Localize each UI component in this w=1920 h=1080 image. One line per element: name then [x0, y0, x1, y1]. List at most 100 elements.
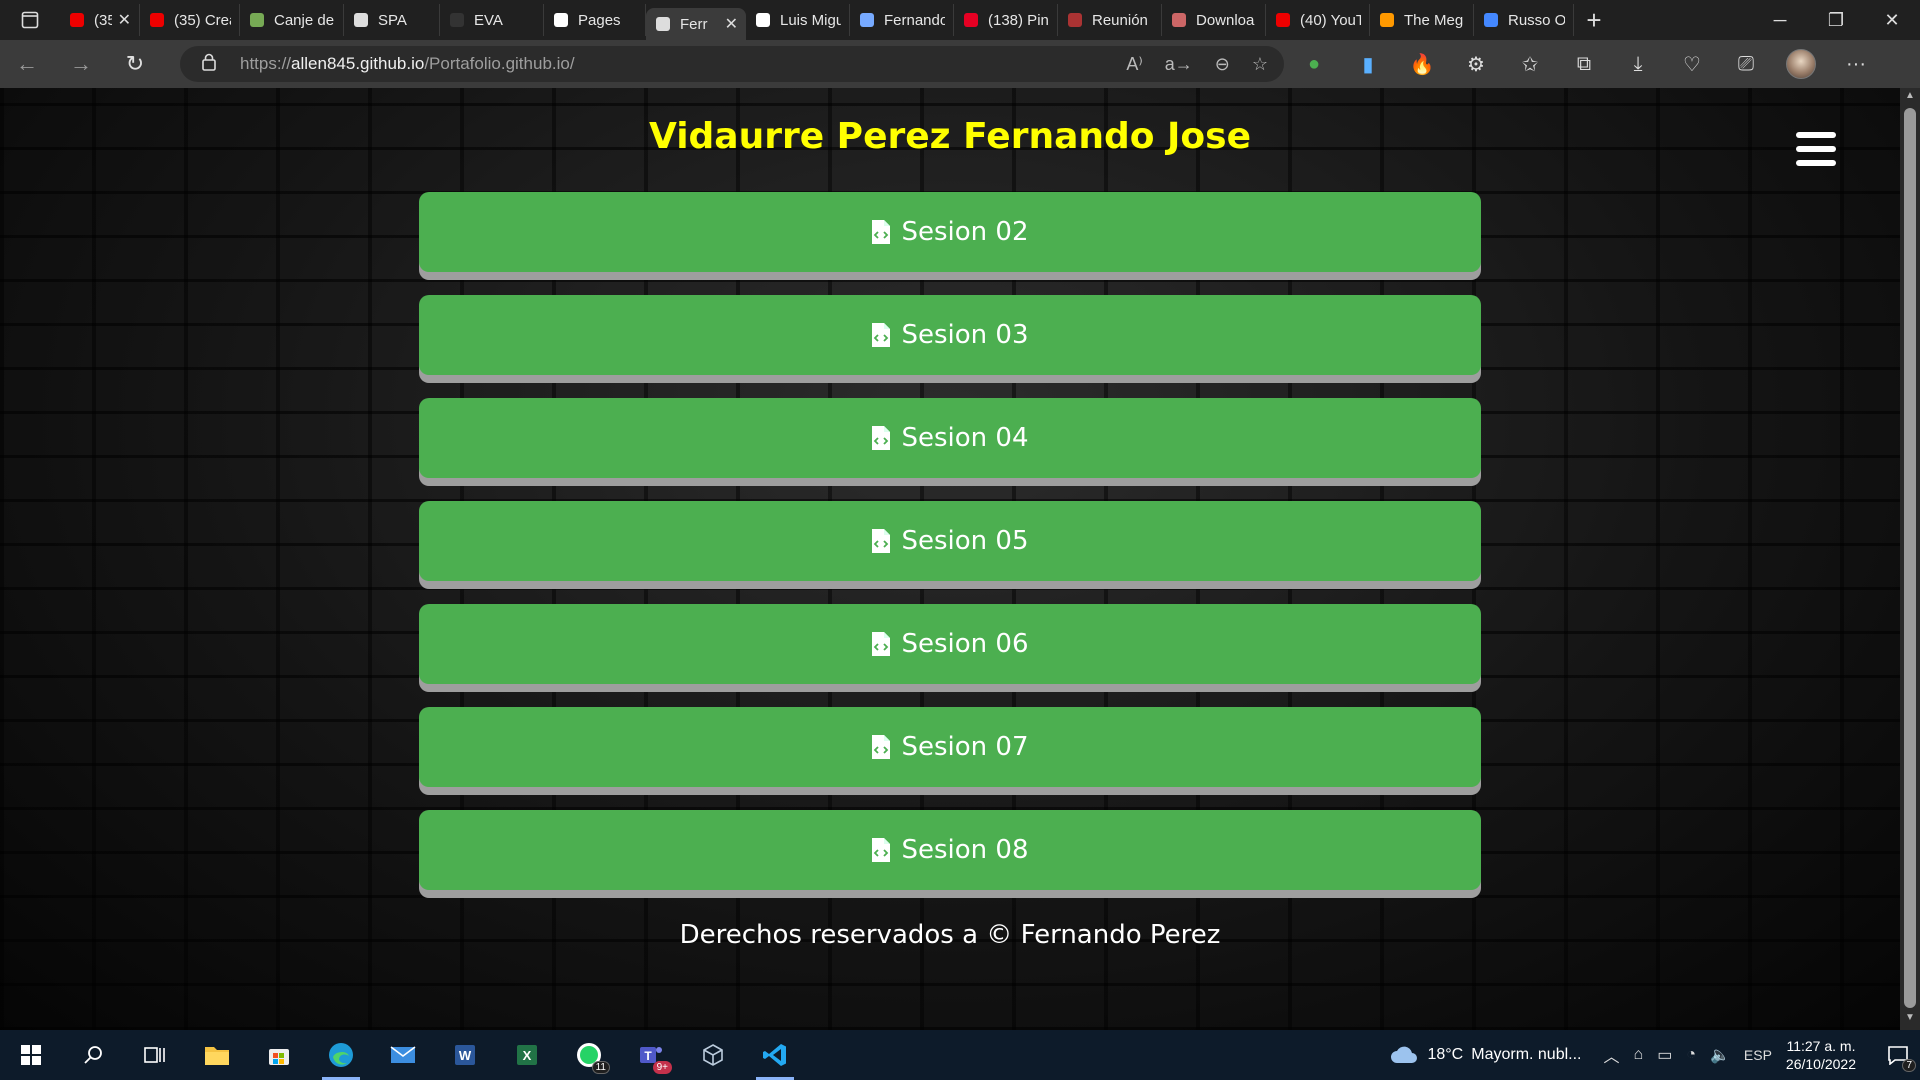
- restore-button[interactable]: ❐: [1808, 0, 1864, 40]
- back-button[interactable]: ←: [0, 40, 54, 88]
- scroll-up-icon[interactable]: ▲: [1900, 90, 1920, 106]
- translate-icon[interactable]: a→: [1165, 54, 1193, 75]
- session-button[interactable]: Sesion 07: [419, 707, 1481, 787]
- url-path: /Portafolio.github.io/: [424, 54, 575, 73]
- hamburger-menu-icon[interactable]: [1796, 132, 1836, 166]
- session-label: Sesion 07: [901, 732, 1029, 762]
- weather-temperature: 18°C: [1427, 1046, 1464, 1063]
- downloads-icon[interactable]: ⤓: [1624, 50, 1652, 78]
- browser-tab[interactable]: The Meg: [1370, 4, 1474, 36]
- tab-title: Pages: [578, 11, 621, 29]
- session-button[interactable]: Sesion 08: [419, 810, 1481, 890]
- scroll-down-icon[interactable]: ▼: [1900, 1012, 1920, 1028]
- clock[interactable]: 11:27 a. m. 26/10/2022: [1786, 1037, 1856, 1073]
- browser-tab[interactable]: (35) ✕: [60, 4, 140, 36]
- windows-taskbar: W X 11 T 9+ 18°C Mayorm. nubl... ︿ ⌂ ▭ ◔…: [0, 1030, 1920, 1080]
- session-button[interactable]: Sesion 02: [419, 192, 1481, 272]
- browser-tab[interactable]: (35) Crea: [140, 4, 240, 36]
- session-button[interactable]: Sesion 05: [419, 501, 1481, 581]
- close-tab-icon[interactable]: ✕: [725, 14, 738, 34]
- whatsapp-button[interactable]: 11: [558, 1030, 620, 1080]
- reload-button[interactable]: ↻: [108, 40, 162, 88]
- session-label: Sesion 04: [901, 423, 1029, 453]
- virtualbox-button[interactable]: [682, 1030, 744, 1080]
- excel-button[interactable]: X: [496, 1030, 558, 1080]
- browser-tab[interactable]: Luis Migu: [746, 4, 850, 36]
- github-icon: [552, 11, 570, 29]
- add-favorite-icon[interactable]: ☆: [1252, 54, 1268, 75]
- mail-button[interactable]: [372, 1030, 434, 1080]
- profile-avatar[interactable]: [1786, 49, 1816, 79]
- lock-icon[interactable]: [202, 53, 224, 76]
- footer-copyright: Derechos reservados a © Fernando Perez: [679, 920, 1221, 950]
- session-button[interactable]: Sesion 04: [419, 398, 1481, 478]
- session-button[interactable]: Sesion 06: [419, 604, 1481, 684]
- hamburger-line: [1796, 160, 1836, 166]
- zoom-out-icon[interactable]: ⊖: [1215, 54, 1230, 75]
- task-view-button[interactable]: [124, 1030, 186, 1080]
- favorites-icon[interactable]: ✩: [1516, 50, 1544, 78]
- minimize-button[interactable]: ─: [1752, 0, 1808, 40]
- browser-tab[interactable]: Downloa: [1162, 4, 1266, 36]
- read-aloud-icon[interactable]: A⁾: [1126, 54, 1142, 75]
- browser-tab[interactable]: Fernando: [850, 4, 954, 36]
- browser-tab[interactable]: (40) YouT: [1266, 4, 1370, 36]
- browser-tab[interactable]: (138) Pin: [954, 4, 1058, 36]
- new-tab-button[interactable]: +: [1574, 0, 1614, 40]
- clock-time: 11:27 a. m.: [1786, 1038, 1856, 1054]
- browser-tab[interactable]: Pages: [544, 4, 646, 36]
- meet-now-icon[interactable]: ⌂: [1634, 1046, 1644, 1064]
- svg-text:T: T: [644, 1049, 652, 1063]
- edge-button[interactable]: [310, 1030, 372, 1080]
- performance-icon[interactable]: ♡: [1678, 50, 1706, 78]
- tab-title: Canje de: [274, 11, 335, 29]
- forward-button[interactable]: →: [54, 40, 108, 88]
- youtube-icon: [1274, 11, 1292, 29]
- tab-title: The Meg: [1404, 11, 1464, 29]
- weather-widget[interactable]: 18°C Mayorm. nubl...: [1389, 1045, 1582, 1065]
- extension-google-icon[interactable]: ●: [1300, 50, 1328, 78]
- store-icon: [269, 1049, 289, 1065]
- close-window-button[interactable]: ✕: [1864, 0, 1920, 40]
- notifications-button[interactable]: 7: [1876, 1030, 1920, 1080]
- address-bar[interactable]: https://allen845.github.io/Portafolio.gi…: [180, 46, 1284, 82]
- tab-title: Luis Migu: [780, 11, 841, 29]
- notification-count: 7: [1902, 1059, 1916, 1072]
- more-menu-icon[interactable]: ···: [1842, 50, 1870, 78]
- screenshot-icon[interactable]: ⎚: [1732, 50, 1760, 78]
- browser-tab[interactable]: Reunión: [1058, 4, 1162, 36]
- browser-tab[interactable]: Ferr ✕: [646, 8, 746, 40]
- language-indicator[interactable]: ESP: [1744, 1047, 1772, 1063]
- microsoft-icon: [1378, 11, 1396, 29]
- scrollbar-thumb[interactable]: [1904, 108, 1916, 1008]
- collections-icon[interactable]: ⧉: [1570, 50, 1598, 78]
- file-explorer-button[interactable]: [186, 1030, 248, 1080]
- browser-tab[interactable]: SPA: [344, 4, 440, 36]
- windows-logo-icon: [21, 1045, 41, 1065]
- tab-title: EVA: [474, 11, 503, 29]
- page-scrollbar[interactable]: ▲ ▼: [1900, 88, 1920, 1030]
- url-text: https://allen845.github.io/Portafolio.gi…: [240, 54, 575, 74]
- microsoft-store-button[interactable]: [248, 1030, 310, 1080]
- chevron-up-icon[interactable]: ︿: [1604, 1043, 1620, 1067]
- session-label: Sesion 05: [901, 526, 1029, 556]
- vscode-button[interactable]: [744, 1030, 806, 1080]
- session-button[interactable]: Sesion 03: [419, 295, 1481, 375]
- wifi-icon[interactable]: ◔: [1686, 1046, 1696, 1064]
- extension-fire-icon[interactable]: 🔥: [1408, 50, 1436, 78]
- extensions-icon[interactable]: ⚙: [1462, 50, 1490, 78]
- browser-tab[interactable]: EVA: [440, 4, 544, 36]
- battery-icon[interactable]: ▭: [1657, 1045, 1672, 1065]
- browser-tab[interactable]: Russo Or: [1474, 4, 1574, 36]
- tab-actions-button[interactable]: [0, 0, 60, 40]
- virtualbox-icon: [703, 1044, 723, 1066]
- close-tab-icon[interactable]: ✕: [118, 10, 131, 30]
- volume-icon[interactable]: 🔈: [1710, 1045, 1730, 1065]
- teams-button[interactable]: T 9+: [620, 1030, 682, 1080]
- search-button[interactable]: [62, 1030, 124, 1080]
- code-file-icon: [872, 323, 891, 347]
- extension-sheets-icon[interactable]: ▮: [1354, 50, 1382, 78]
- browser-tab[interactable]: Canje de: [240, 4, 344, 36]
- word-button[interactable]: W: [434, 1030, 496, 1080]
- start-button[interactable]: [0, 1030, 62, 1080]
